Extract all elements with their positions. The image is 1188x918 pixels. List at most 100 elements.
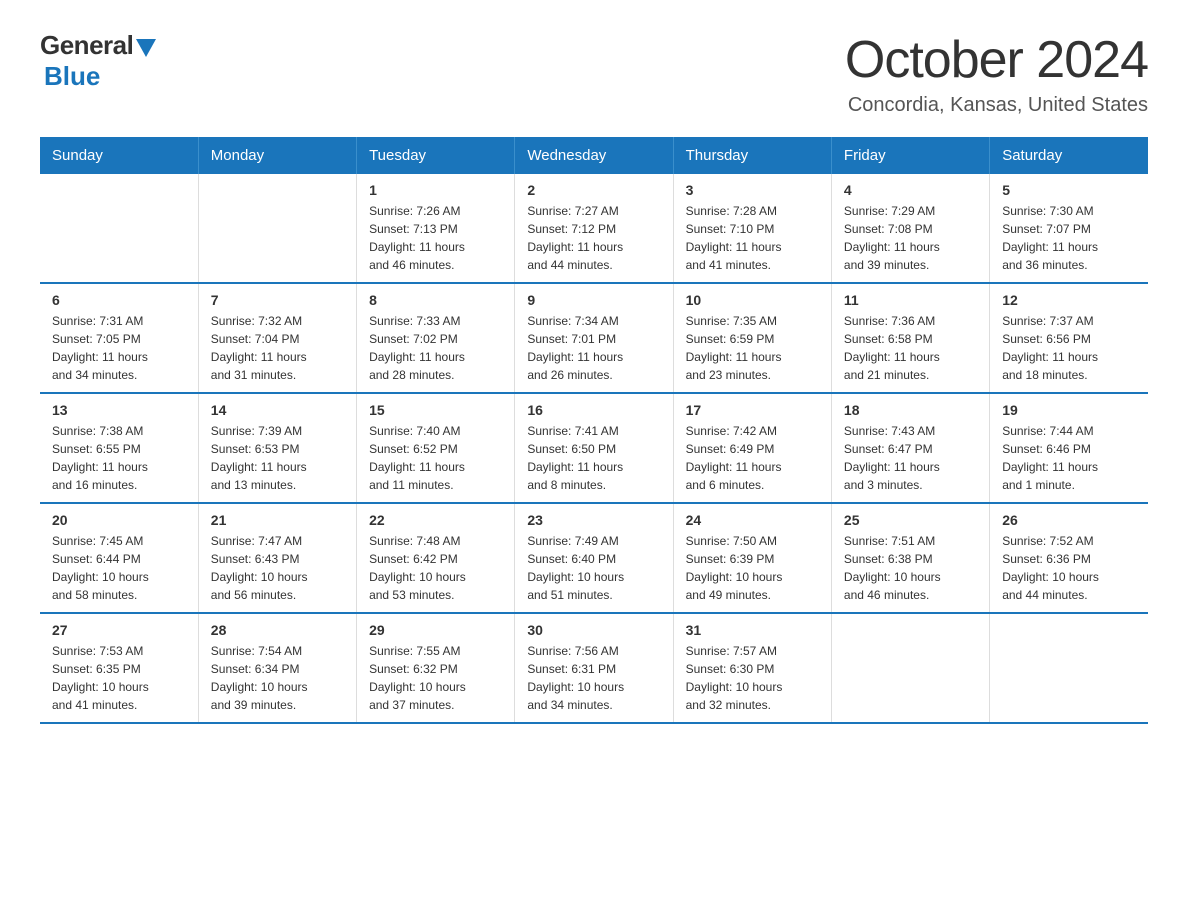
calendar-cell: 29 Sunrise: 7:55 AM Sunset: 6:32 PM Dayli…	[357, 613, 515, 723]
day-info: Sunrise: 7:39 AM Sunset: 6:53 PM Dayligh…	[211, 422, 344, 494]
calendar-week-row: 27Sunrise: 7:53 AM Sunset: 6:35 PM Dayli…	[40, 613, 1148, 723]
day-number: 20	[52, 512, 186, 528]
calendar-cell: 12 Sunrise: 7:37 AM Sunset: 6:56 PM Dayli…	[990, 283, 1148, 393]
day-info: Sunrise: 7:42 AM Sunset: 6:49 PM Dayligh…	[686, 422, 819, 494]
weekday-header: Tuesday	[357, 137, 515, 174]
day-info: Sunrise: 7:29 AM Sunset: 7:08 PM Dayligh…	[844, 202, 977, 274]
day-info: Sunrise: 7:44 AM Sunset: 6:46 PM Dayligh…	[1002, 422, 1136, 494]
day-number: 12	[1002, 292, 1136, 308]
calendar-cell: 9Sunrise: 7:34 AM Sunset: 7:01 PM Daylig…	[515, 283, 673, 393]
calendar-cell: 22Sunrise: 7:48 AM Sunset: 6:42 PM Dayli…	[357, 503, 515, 613]
calendar-cell: 11 Sunrise: 7:36 AM Sunset: 6:58 PM Dayli…	[831, 283, 989, 393]
calendar-cell	[40, 174, 198, 283]
calendar-cell: 21 Sunrise: 7:47 AM Sunset: 6:43 PM Dayli…	[198, 503, 356, 613]
day-info: Sunrise: 7:36 AM Sunset: 6:58 PM Dayligh…	[844, 312, 977, 384]
calendar-cell	[831, 613, 989, 723]
calendar-header-row: SundayMondayTuesdayWednesdayThursdayFrid…	[40, 137, 1148, 174]
calendar-cell: 18Sunrise: 7:43 AM Sunset: 6:47 PM Dayli…	[831, 393, 989, 503]
calendar-cell: 26 Sunrise: 7:52 AM Sunset: 6:36 PM Dayli…	[990, 503, 1148, 613]
logo-arrow-icon	[136, 39, 156, 57]
calendar-cell: 4 Sunrise: 7:29 AM Sunset: 7:08 PM Daylig…	[831, 174, 989, 283]
calendar-cell: 1 Sunrise: 7:26 AM Sunset: 7:13 PM Daylig…	[357, 174, 515, 283]
day-info: Sunrise: 7:47 AM Sunset: 6:43 PM Dayligh…	[211, 532, 344, 604]
day-info: Sunrise: 7:27 AM Sunset: 7:12 PM Dayligh…	[527, 202, 660, 274]
day-info: Sunrise: 7:35 AM Sunset: 6:59 PM Dayligh…	[686, 312, 819, 384]
day-info: Sunrise: 7:52 AM Sunset: 6:36 PM Dayligh…	[1002, 532, 1136, 604]
calendar-cell: 7 Sunrise: 7:32 AM Sunset: 7:04 PM Daylig…	[198, 283, 356, 393]
day-info: Sunrise: 7:33 AM Sunset: 7:02 PM Dayligh…	[369, 312, 502, 384]
calendar-week-row: 1 Sunrise: 7:26 AM Sunset: 7:13 PM Daylig…	[40, 174, 1148, 283]
calendar-cell: 19 Sunrise: 7:44 AM Sunset: 6:46 PM Dayli…	[990, 393, 1148, 503]
calendar-cell: 8 Sunrise: 7:33 AM Sunset: 7:02 PM Daylig…	[357, 283, 515, 393]
day-number: 5	[1002, 182, 1136, 198]
calendar-cell: 5 Sunrise: 7:30 AM Sunset: 7:07 PM Daylig…	[990, 174, 1148, 283]
day-info: Sunrise: 7:41 AM Sunset: 6:50 PM Dayligh…	[527, 422, 660, 494]
day-info: Sunrise: 7:26 AM Sunset: 7:13 PM Dayligh…	[369, 202, 502, 274]
day-number: 7	[211, 292, 344, 308]
calendar-cell: 23 Sunrise: 7:49 AM Sunset: 6:40 PM Dayli…	[515, 503, 673, 613]
day-info: Sunrise: 7:43 AM Sunset: 6:47 PM Dayligh…	[844, 422, 977, 494]
calendar-cell: 30 Sunrise: 7:56 AM Sunset: 6:31 PM Dayli…	[515, 613, 673, 723]
calendar-week-row: 13Sunrise: 7:38 AM Sunset: 6:55 PM Dayli…	[40, 393, 1148, 503]
weekday-header: Sunday	[40, 137, 198, 174]
calendar-cell: 6 Sunrise: 7:31 AM Sunset: 7:05 PM Daylig…	[40, 283, 198, 393]
logo: General Blue	[40, 30, 156, 92]
day-number: 25	[844, 512, 977, 528]
day-info: Sunrise: 7:45 AM Sunset: 6:44 PM Dayligh…	[52, 532, 186, 604]
day-info: Sunrise: 7:55 AM Sunset: 6:32 PM Dayligh…	[369, 642, 502, 714]
day-info: Sunrise: 7:51 AM Sunset: 6:38 PM Dayligh…	[844, 532, 977, 604]
calendar-cell: 14 Sunrise: 7:39 AM Sunset: 6:53 PM Dayli…	[198, 393, 356, 503]
day-number: 30	[527, 622, 660, 638]
day-info: Sunrise: 7:38 AM Sunset: 6:55 PM Dayligh…	[52, 422, 186, 494]
day-number: 17	[686, 402, 819, 418]
title-section: October 2024 Concordia, Kansas, United S…	[845, 30, 1148, 117]
day-number: 8	[369, 292, 502, 308]
logo-general-text: General	[40, 30, 133, 61]
day-number: 1	[369, 182, 502, 198]
day-number: 26	[1002, 512, 1136, 528]
weekday-header: Saturday	[990, 137, 1148, 174]
day-number: 14	[211, 402, 344, 418]
day-info: Sunrise: 7:30 AM Sunset: 7:07 PM Dayligh…	[1002, 202, 1136, 274]
calendar-cell: 20 Sunrise: 7:45 AM Sunset: 6:44 PM Dayli…	[40, 503, 198, 613]
logo-blue-text: Blue	[44, 61, 100, 91]
day-info: Sunrise: 7:31 AM Sunset: 7:05 PM Dayligh…	[52, 312, 186, 384]
calendar-cell	[990, 613, 1148, 723]
day-info: Sunrise: 7:56 AM Sunset: 6:31 PM Dayligh…	[527, 642, 660, 714]
day-number: 31	[686, 622, 819, 638]
day-number: 28	[211, 622, 344, 638]
weekday-header: Thursday	[673, 137, 831, 174]
weekday-header: Wednesday	[515, 137, 673, 174]
location: Concordia, Kansas, United States	[845, 94, 1148, 117]
day-info: Sunrise: 7:50 AM Sunset: 6:39 PM Dayligh…	[686, 532, 819, 604]
day-info: Sunrise: 7:32 AM Sunset: 7:04 PM Dayligh…	[211, 312, 344, 384]
day-number: 6	[52, 292, 186, 308]
calendar-cell: 24 Sunrise: 7:50 AM Sunset: 6:39 PM Dayli…	[673, 503, 831, 613]
calendar-cell: 3Sunrise: 7:28 AM Sunset: 7:10 PM Daylig…	[673, 174, 831, 283]
day-number: 11	[844, 292, 977, 308]
day-number: 21	[211, 512, 344, 528]
day-info: Sunrise: 7:49 AM Sunset: 6:40 PM Dayligh…	[527, 532, 660, 604]
page-header: General Blue October 2024 Concordia, Kan…	[40, 30, 1148, 117]
day-number: 4	[844, 182, 977, 198]
calendar-cell: 10 Sunrise: 7:35 AM Sunset: 6:59 PM Dayli…	[673, 283, 831, 393]
day-number: 29	[369, 622, 502, 638]
month-title: October 2024	[845, 30, 1148, 90]
day-number: 23	[527, 512, 660, 528]
calendar-cell: 27Sunrise: 7:53 AM Sunset: 6:35 PM Dayli…	[40, 613, 198, 723]
calendar-cell: 2 Sunrise: 7:27 AM Sunset: 7:12 PM Daylig…	[515, 174, 673, 283]
day-info: Sunrise: 7:54 AM Sunset: 6:34 PM Dayligh…	[211, 642, 344, 714]
calendar-cell: 31Sunrise: 7:57 AM Sunset: 6:30 PM Dayli…	[673, 613, 831, 723]
day-info: Sunrise: 7:37 AM Sunset: 6:56 PM Dayligh…	[1002, 312, 1136, 384]
calendar-table: SundayMondayTuesdayWednesdayThursdayFrid…	[40, 137, 1148, 724]
day-number: 2	[527, 182, 660, 198]
weekday-header: Friday	[831, 137, 989, 174]
day-info: Sunrise: 7:53 AM Sunset: 6:35 PM Dayligh…	[52, 642, 186, 714]
day-number: 19	[1002, 402, 1136, 418]
calendar-week-row: 6 Sunrise: 7:31 AM Sunset: 7:05 PM Daylig…	[40, 283, 1148, 393]
calendar-cell: 28 Sunrise: 7:54 AM Sunset: 6:34 PM Dayli…	[198, 613, 356, 723]
calendar-cell	[198, 174, 356, 283]
day-number: 24	[686, 512, 819, 528]
weekday-header: Monday	[198, 137, 356, 174]
day-number: 10	[686, 292, 819, 308]
